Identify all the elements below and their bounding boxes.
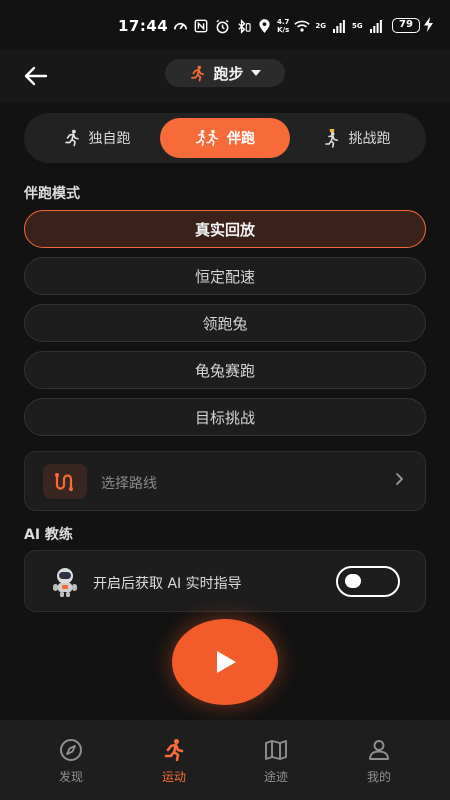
option-tortoise-hare[interactable]: 龟兔赛跑 (24, 351, 426, 389)
signal-bars-icon (331, 18, 347, 34)
status-bar: 17:44 4.7 K/s 2G 5G 79 (0, 0, 450, 50)
option-pacer-rabbit[interactable]: 领跑兔 (24, 304, 426, 342)
runner-icon (64, 129, 79, 147)
nav-label: 我的 (366, 770, 391, 784)
astronaut-icon (53, 568, 77, 597)
caret-down-icon (250, 70, 261, 76)
alarm-icon (214, 18, 230, 34)
signal-2g: 2G (315, 22, 327, 30)
trophy-runner-icon (324, 129, 338, 148)
speedometer-icon (172, 18, 188, 34)
tab-label: 独自跑 (88, 131, 131, 147)
start-run-button[interactable] (172, 619, 278, 705)
nav-tracks[interactable]: 途迹 (236, 738, 316, 798)
battery-icon: 79 (392, 18, 420, 33)
chevron-right-icon (396, 473, 403, 485)
tab-label: 挑战跑 (348, 131, 391, 147)
nav-label: 途迹 (263, 770, 288, 784)
signal-bars-icon (368, 18, 384, 34)
status-icons: 4.7 K/s 2G 5G (172, 15, 384, 37)
wifi-icon (294, 18, 311, 34)
status-time: 17:44 (118, 17, 169, 35)
play-icon (217, 651, 236, 673)
option-constant-pace[interactable]: 恒定配速 (24, 257, 426, 295)
location-icon (256, 18, 272, 34)
route-icon (43, 464, 87, 499)
tab-label: 伴跑 (227, 131, 255, 147)
select-route-button[interactable]: 选择路线 (24, 451, 426, 511)
route-label: 选择路线 (101, 476, 157, 492)
nav-profile[interactable]: 我的 (339, 738, 419, 798)
nav-discover[interactable]: 发现 (31, 738, 111, 798)
nav-label: 发现 (58, 770, 83, 784)
back-button[interactable] (22, 62, 50, 90)
toggle-knob (345, 574, 361, 588)
nav-sport[interactable]: 运动 (134, 738, 214, 798)
runner-icon (164, 738, 184, 762)
charging-icon (424, 17, 433, 36)
ai-coach-toggle[interactable] (336, 566, 400, 597)
run-mode-tabs: 独自跑 伴跑 挑战跑 (24, 113, 426, 163)
tab-solo-run[interactable]: 独自跑 (34, 118, 159, 158)
bluetooth-battery-icon (235, 18, 251, 34)
nfc-icon (193, 18, 209, 34)
tab-companion-run[interactable]: 伴跑 (160, 118, 290, 158)
option-goal-challenge[interactable]: 目标挑战 (24, 398, 426, 436)
top-header: 跑步 (0, 50, 450, 102)
ai-coach-title: AI 教练 (24, 527, 73, 543)
nav-label: 运动 (161, 770, 186, 784)
bottom-navigation: 发现 运动 途迹 我的 (0, 720, 450, 800)
sport-label: 跑步 (213, 64, 244, 83)
arrow-left-icon (24, 66, 48, 86)
two-runners-icon (195, 129, 219, 147)
user-icon (369, 740, 389, 760)
ai-coach-card: 开启后获取 AI 实时指导 (24, 550, 426, 612)
map-icon (265, 740, 287, 760)
option-real-replay[interactable]: 真实回放 (24, 210, 426, 248)
compass-icon (60, 739, 82, 761)
signal-5g: 5G (352, 22, 363, 30)
tab-challenge-run[interactable]: 挑战跑 (294, 118, 419, 158)
network-speed: 4.7 K/s (277, 18, 290, 34)
sport-selector[interactable]: 跑步 (165, 59, 285, 87)
companion-mode-title: 伴跑模式 (24, 186, 80, 202)
ai-coach-label: 开启后获取 AI 实时指导 (93, 576, 242, 592)
runner-icon (191, 65, 205, 81)
